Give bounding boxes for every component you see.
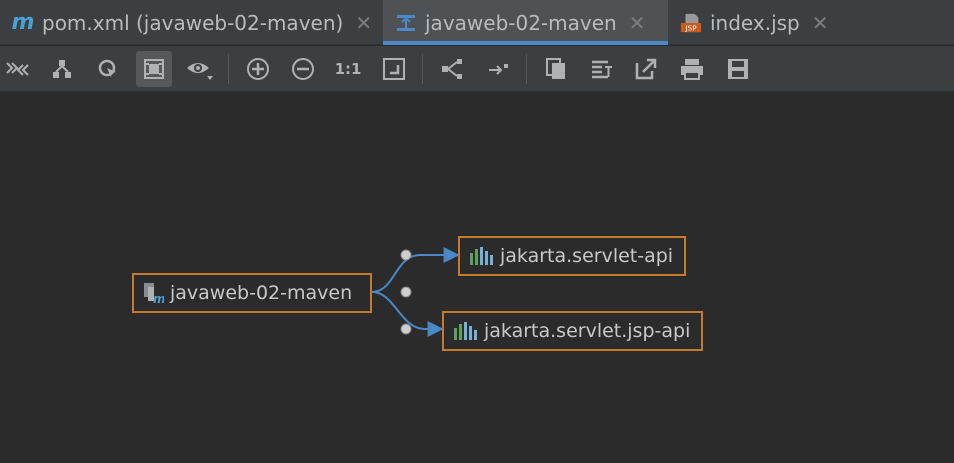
close-icon[interactable]: ✕ <box>355 11 372 35</box>
maven-module-glyph: m <box>153 292 164 305</box>
library-icon <box>452 320 478 342</box>
diagram-icon <box>395 12 417 34</box>
edge-to-servlet-api <box>371 247 460 293</box>
save-icon[interactable] <box>720 51 756 87</box>
edge-port <box>400 249 412 261</box>
layout-icon[interactable] <box>434 51 470 87</box>
tab-label: index.jsp <box>710 10 800 35</box>
jsp-file-icon: JSP <box>680 12 702 34</box>
tab-diagram[interactable]: javaweb-02-maven ✕ <box>383 0 668 45</box>
zoom-out-icon[interactable] <box>285 51 321 87</box>
select-icon[interactable] <box>90 51 126 87</box>
maven-module-icon: m <box>142 281 164 305</box>
toolbar-separator <box>422 54 423 84</box>
jsp-badge-text: JSP <box>684 23 697 32</box>
diagram-toolbar: 1:1 <box>0 46 954 92</box>
toolbar-separator <box>526 54 527 84</box>
zoom-in-icon[interactable] <box>240 51 276 87</box>
edge-to-jsp-api <box>371 291 444 337</box>
node-dependency-servlet-api[interactable]: jakarta.servlet-api <box>458 236 686 276</box>
fit-content-icon[interactable] <box>136 51 172 87</box>
export-icon[interactable] <box>628 51 664 87</box>
print-icon[interactable] <box>674 51 710 87</box>
close-icon[interactable]: ✕ <box>812 11 829 35</box>
actual-size-label: 1:1 <box>334 60 362 78</box>
tab-pom-xml[interactable]: m pom.xml (javaweb-02-maven) ✕ <box>0 0 383 45</box>
tab-index-jsp[interactable]: JSP index.jsp ✕ <box>668 0 838 45</box>
library-icon <box>468 245 494 267</box>
close-icon[interactable]: ✕ <box>629 11 646 35</box>
edge-port <box>400 323 412 335</box>
toolbar-separator <box>228 54 229 84</box>
edge-port <box>400 286 412 298</box>
route-edges-icon[interactable] <box>480 51 516 87</box>
node-label: jakarta.servlet.jsp-api <box>484 320 691 342</box>
actual-size-icon[interactable]: 1:1 <box>330 51 366 87</box>
node-dependency-jsp-api[interactable]: jakarta.servlet.jsp-api <box>442 311 703 351</box>
maven-m-icon: m <box>11 10 35 35</box>
tab-label: pom.xml (javaweb-02-maven) <box>42 10 344 35</box>
export-text-icon[interactable] <box>584 51 620 87</box>
maven-m-glyph: m <box>11 10 35 35</box>
fit-page-icon[interactable] <box>376 51 412 87</box>
diagram-canvas[interactable]: m javaweb-02-maven jakarta.servlet-api j… <box>0 93 954 463</box>
node-label: javaweb-02-maven <box>170 282 353 304</box>
copy-icon[interactable] <box>538 51 574 87</box>
visibility-icon[interactable] <box>182 51 218 87</box>
node-root-module[interactable]: m javaweb-02-maven <box>132 273 372 313</box>
editor-tab-bar: m pom.xml (javaweb-02-maven) ✕ javaweb-0… <box>0 0 954 45</box>
hierarchy-icon[interactable] <box>44 51 80 87</box>
collapse-expand-icon[interactable] <box>0 51 36 87</box>
node-label: jakarta.servlet-api <box>500 245 674 267</box>
tab-label: javaweb-02-maven <box>425 10 617 35</box>
